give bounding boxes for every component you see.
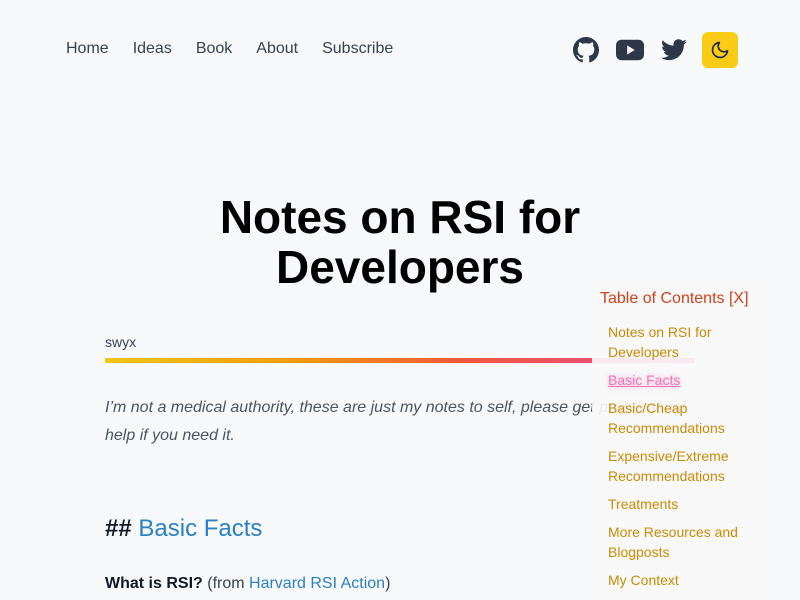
question-paragraph: What is RSI? (from Harvard RSI Action) <box>105 575 390 593</box>
nav-link-home[interactable]: Home <box>66 40 109 58</box>
nav-link-about[interactable]: About <box>256 40 298 58</box>
nav-link-subscribe[interactable]: Subscribe <box>322 40 393 58</box>
toc-item-expensive-extreme[interactable]: Expensive/Extreme Recommendations <box>608 446 758 486</box>
question-from: (from <box>207 575 245 592</box>
toc-item-basic-cheap[interactable]: Basic/Cheap Recommendations <box>608 398 758 438</box>
nav-link-book[interactable]: Book <box>196 40 232 58</box>
question-close: ) <box>385 575 391 592</box>
toc-list: Notes on RSI for Developers Basic Facts … <box>608 322 758 598</box>
page-title: Notes on RSI for Developers <box>219 191 581 293</box>
theme-toggle-button[interactable] <box>702 32 738 68</box>
question-label: What is RSI? <box>105 575 203 592</box>
table-of-contents: Table of Contents [X] Notes on RSI for D… <box>592 282 772 600</box>
harvard-rsi-action-link[interactable]: Harvard RSI Action <box>249 575 385 592</box>
heading-link-basic-facts[interactable]: Basic Facts <box>138 515 262 542</box>
toc-item-more-resources[interactable]: More Resources and Blogposts <box>608 522 758 562</box>
youtube-icon[interactable] <box>616 36 644 64</box>
twitter-icon[interactable] <box>660 36 688 64</box>
heading-anchor-hash: ## <box>105 515 132 542</box>
youtube-glyph <box>616 39 644 61</box>
nav-links: Home Ideas Book About Subscribe <box>66 40 393 58</box>
social-icons <box>572 32 738 68</box>
toc-item-notes-on-rsi[interactable]: Notes on RSI for Developers <box>608 322 758 362</box>
github-icon[interactable] <box>572 36 600 64</box>
top-nav: Home Ideas Book About Subscribe <box>0 0 800 100</box>
twitter-glyph <box>661 39 687 61</box>
moon-icon <box>711 41 729 59</box>
author-name: swyx <box>105 334 137 350</box>
section-heading-basic-facts: ## Basic Facts <box>105 515 262 543</box>
toc-toggle[interactable]: Table of Contents [X] <box>600 290 749 308</box>
toc-item-my-context[interactable]: My Context <box>608 570 758 590</box>
github-glyph <box>573 37 599 63</box>
toc-item-treatments[interactable]: Treatments <box>608 494 758 514</box>
nav-link-ideas[interactable]: Ideas <box>133 40 172 58</box>
toc-item-basic-facts[interactable]: Basic Facts <box>608 370 758 390</box>
